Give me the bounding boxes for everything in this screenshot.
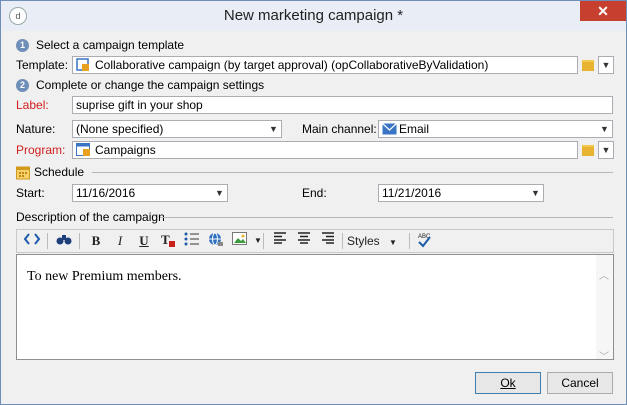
main-channel-chevron-down-icon[interactable]: ▼: [597, 120, 613, 138]
label-input[interactable]: suprise gift in your shop: [72, 96, 613, 114]
template-label: Template:: [16, 58, 69, 72]
template-value: Collaborative campaign (by target approv…: [95, 58, 489, 72]
image-options-chevron-down-icon[interactable]: ▼: [249, 232, 267, 250]
step-1-badge: 1: [16, 39, 29, 52]
program-field[interactable]: Campaigns: [72, 141, 578, 159]
close-button[interactable]: ✕: [580, 1, 626, 21]
styles-label: Styles: [347, 234, 380, 248]
ok-button[interactable]: Ok: [475, 372, 541, 394]
template-icon: [76, 58, 90, 72]
description-label: Description of the campaign: [16, 210, 165, 224]
align-center-icon[interactable]: [295, 232, 313, 250]
end-date-input[interactable]: 11/21/2016: [378, 184, 544, 202]
toolbar-divider: [342, 233, 343, 249]
scroll-down-icon[interactable]: ﹀: [599, 348, 609, 363]
editor-toolbar: B I U T ▼ Styles ▼ ABC: [16, 229, 614, 253]
calendar-icon: [16, 165, 31, 183]
bold-button[interactable]: B: [87, 232, 105, 250]
spell-check-icon[interactable]: ABC: [415, 232, 433, 250]
program-value: Campaigns: [95, 143, 156, 157]
align-left-icon[interactable]: [271, 232, 289, 250]
email-envelope-icon: [382, 123, 397, 137]
program-browse-folder-icon[interactable]: [580, 142, 596, 158]
program-chevron-down-icon[interactable]: ▼: [598, 141, 614, 159]
find-binoculars-icon[interactable]: [55, 232, 73, 250]
end-date-chevron-down-icon[interactable]: ▼: [528, 184, 544, 202]
toolbar-divider: [79, 233, 80, 249]
nature-label: Nature:: [16, 122, 56, 136]
ok-button-label: Ok: [500, 376, 516, 390]
italic-button[interactable]: I: [111, 232, 129, 250]
schedule-label: Schedule: [34, 165, 85, 179]
end-label: End:: [302, 186, 327, 200]
start-date-input[interactable]: 11/16/2016: [72, 184, 228, 202]
editor-vertical-scrollbar[interactable]: ︿ ﹀: [596, 255, 613, 363]
insert-image-icon[interactable]: [231, 232, 249, 250]
label-field-label: Label:: [16, 98, 49, 112]
start-label: Start:: [16, 186, 45, 200]
underline-button[interactable]: U: [135, 232, 153, 250]
source-code-icon[interactable]: [23, 232, 41, 250]
nature-select[interactable]: (None specified): [72, 120, 282, 138]
cancel-button[interactable]: Cancel: [547, 372, 613, 394]
description-editor[interactable]: To new Premium members. ︿ ﹀: [16, 254, 614, 363]
title-bar: d New marketing campaign * ✕: [1, 1, 626, 31]
schedule-separator: [92, 172, 613, 173]
program-icon: [76, 143, 91, 158]
dialog-body: 1 Select a campaign template Template: C…: [8, 31, 619, 397]
insert-link-globe-icon[interactable]: [207, 232, 225, 250]
step-1-label: Select a campaign template: [36, 38, 185, 52]
step-2-badge: 2: [16, 79, 29, 92]
text-color-icon[interactable]: T: [159, 232, 177, 250]
styles-chevron-down-icon: ▼: [389, 238, 397, 247]
template-chevron-down-icon[interactable]: ▼: [598, 56, 614, 74]
main-channel-select[interactable]: Email: [378, 120, 613, 138]
svg-text:T: T: [161, 232, 170, 247]
styles-dropdown[interactable]: Styles ▼: [347, 232, 397, 250]
template-field[interactable]: Collaborative campaign (by target approv…: [72, 56, 578, 74]
scroll-up-icon[interactable]: ︿: [599, 267, 609, 282]
description-separator: [160, 217, 613, 218]
program-label: Program:: [16, 143, 66, 157]
bullet-list-icon[interactable]: [183, 232, 201, 250]
template-browse-folder-icon[interactable]: [580, 57, 596, 73]
toolbar-divider: [409, 233, 410, 249]
main-channel-value: Email: [399, 122, 430, 136]
toolbar-divider: [263, 233, 264, 249]
main-channel-label: Main channel:: [302, 122, 377, 136]
window-title: New marketing campaign *: [223, 7, 404, 24]
dialog-window: d New marketing campaign * ✕ 1 Select a …: [0, 0, 627, 405]
description-text: To new Premium members.: [27, 269, 182, 284]
start-date-chevron-down-icon[interactable]: ▼: [212, 184, 228, 202]
align-right-icon[interactable]: [319, 232, 337, 250]
nature-chevron-down-icon[interactable]: ▼: [266, 120, 282, 138]
toolbar-divider: [47, 233, 48, 249]
step-2-label: Complete or change the campaign settings: [36, 78, 265, 92]
